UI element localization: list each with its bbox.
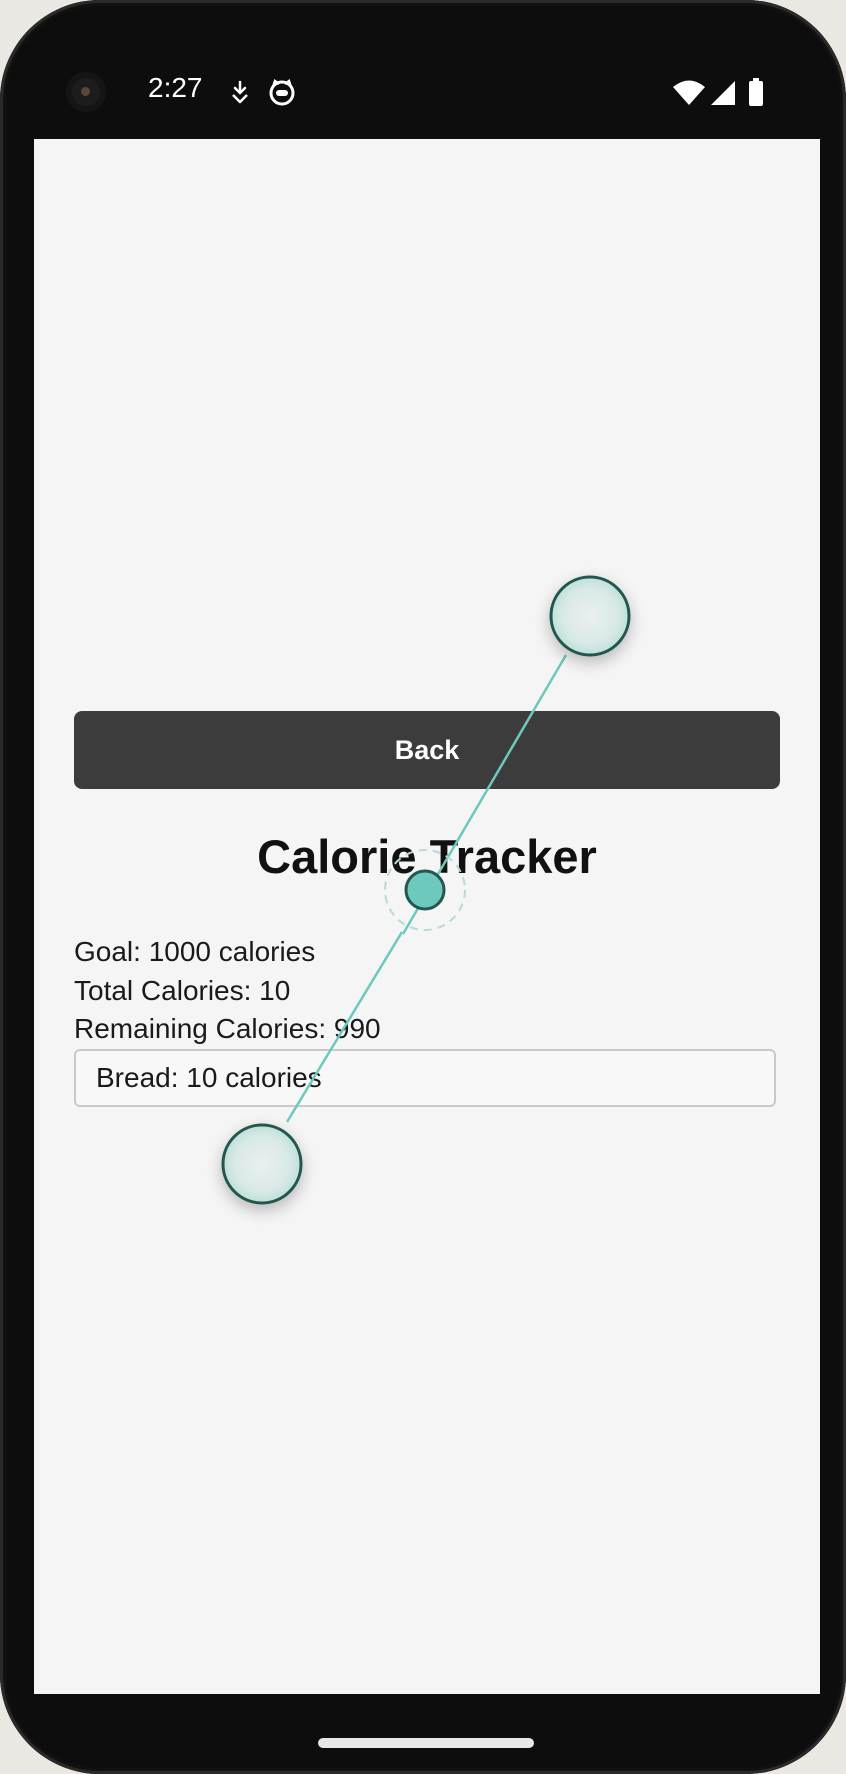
- phone-frame: 2:27 Back Calorie Tracker Goal: 1000 cal…: [0, 0, 846, 1774]
- battery-icon: [749, 78, 763, 106]
- cat-face-icon: [269, 78, 295, 106]
- status-bar: 2:27: [34, 40, 820, 140]
- goal-text: Goal: 1000 calories: [74, 936, 316, 967]
- wifi-icon: [673, 80, 705, 105]
- download-icon: [232, 80, 248, 104]
- total-calories-text: Total Calories: 10: [74, 975, 291, 1006]
- page-title: Calorie Tracker: [257, 830, 597, 883]
- app-screen: Back Calorie Tracker Goal: 1000 calories…: [34, 139, 820, 1694]
- home-indicator[interactable]: [318, 1738, 534, 1748]
- food-list-item[interactable]: Bread: 10 calories: [74, 1049, 776, 1107]
- back-button[interactable]: Back: [74, 711, 780, 789]
- remaining-calories-text: Remaining Calories: 990: [74, 1013, 381, 1044]
- status-time: 2:27: [148, 72, 203, 103]
- signal-icon: [711, 81, 735, 105]
- front-camera: [66, 72, 106, 112]
